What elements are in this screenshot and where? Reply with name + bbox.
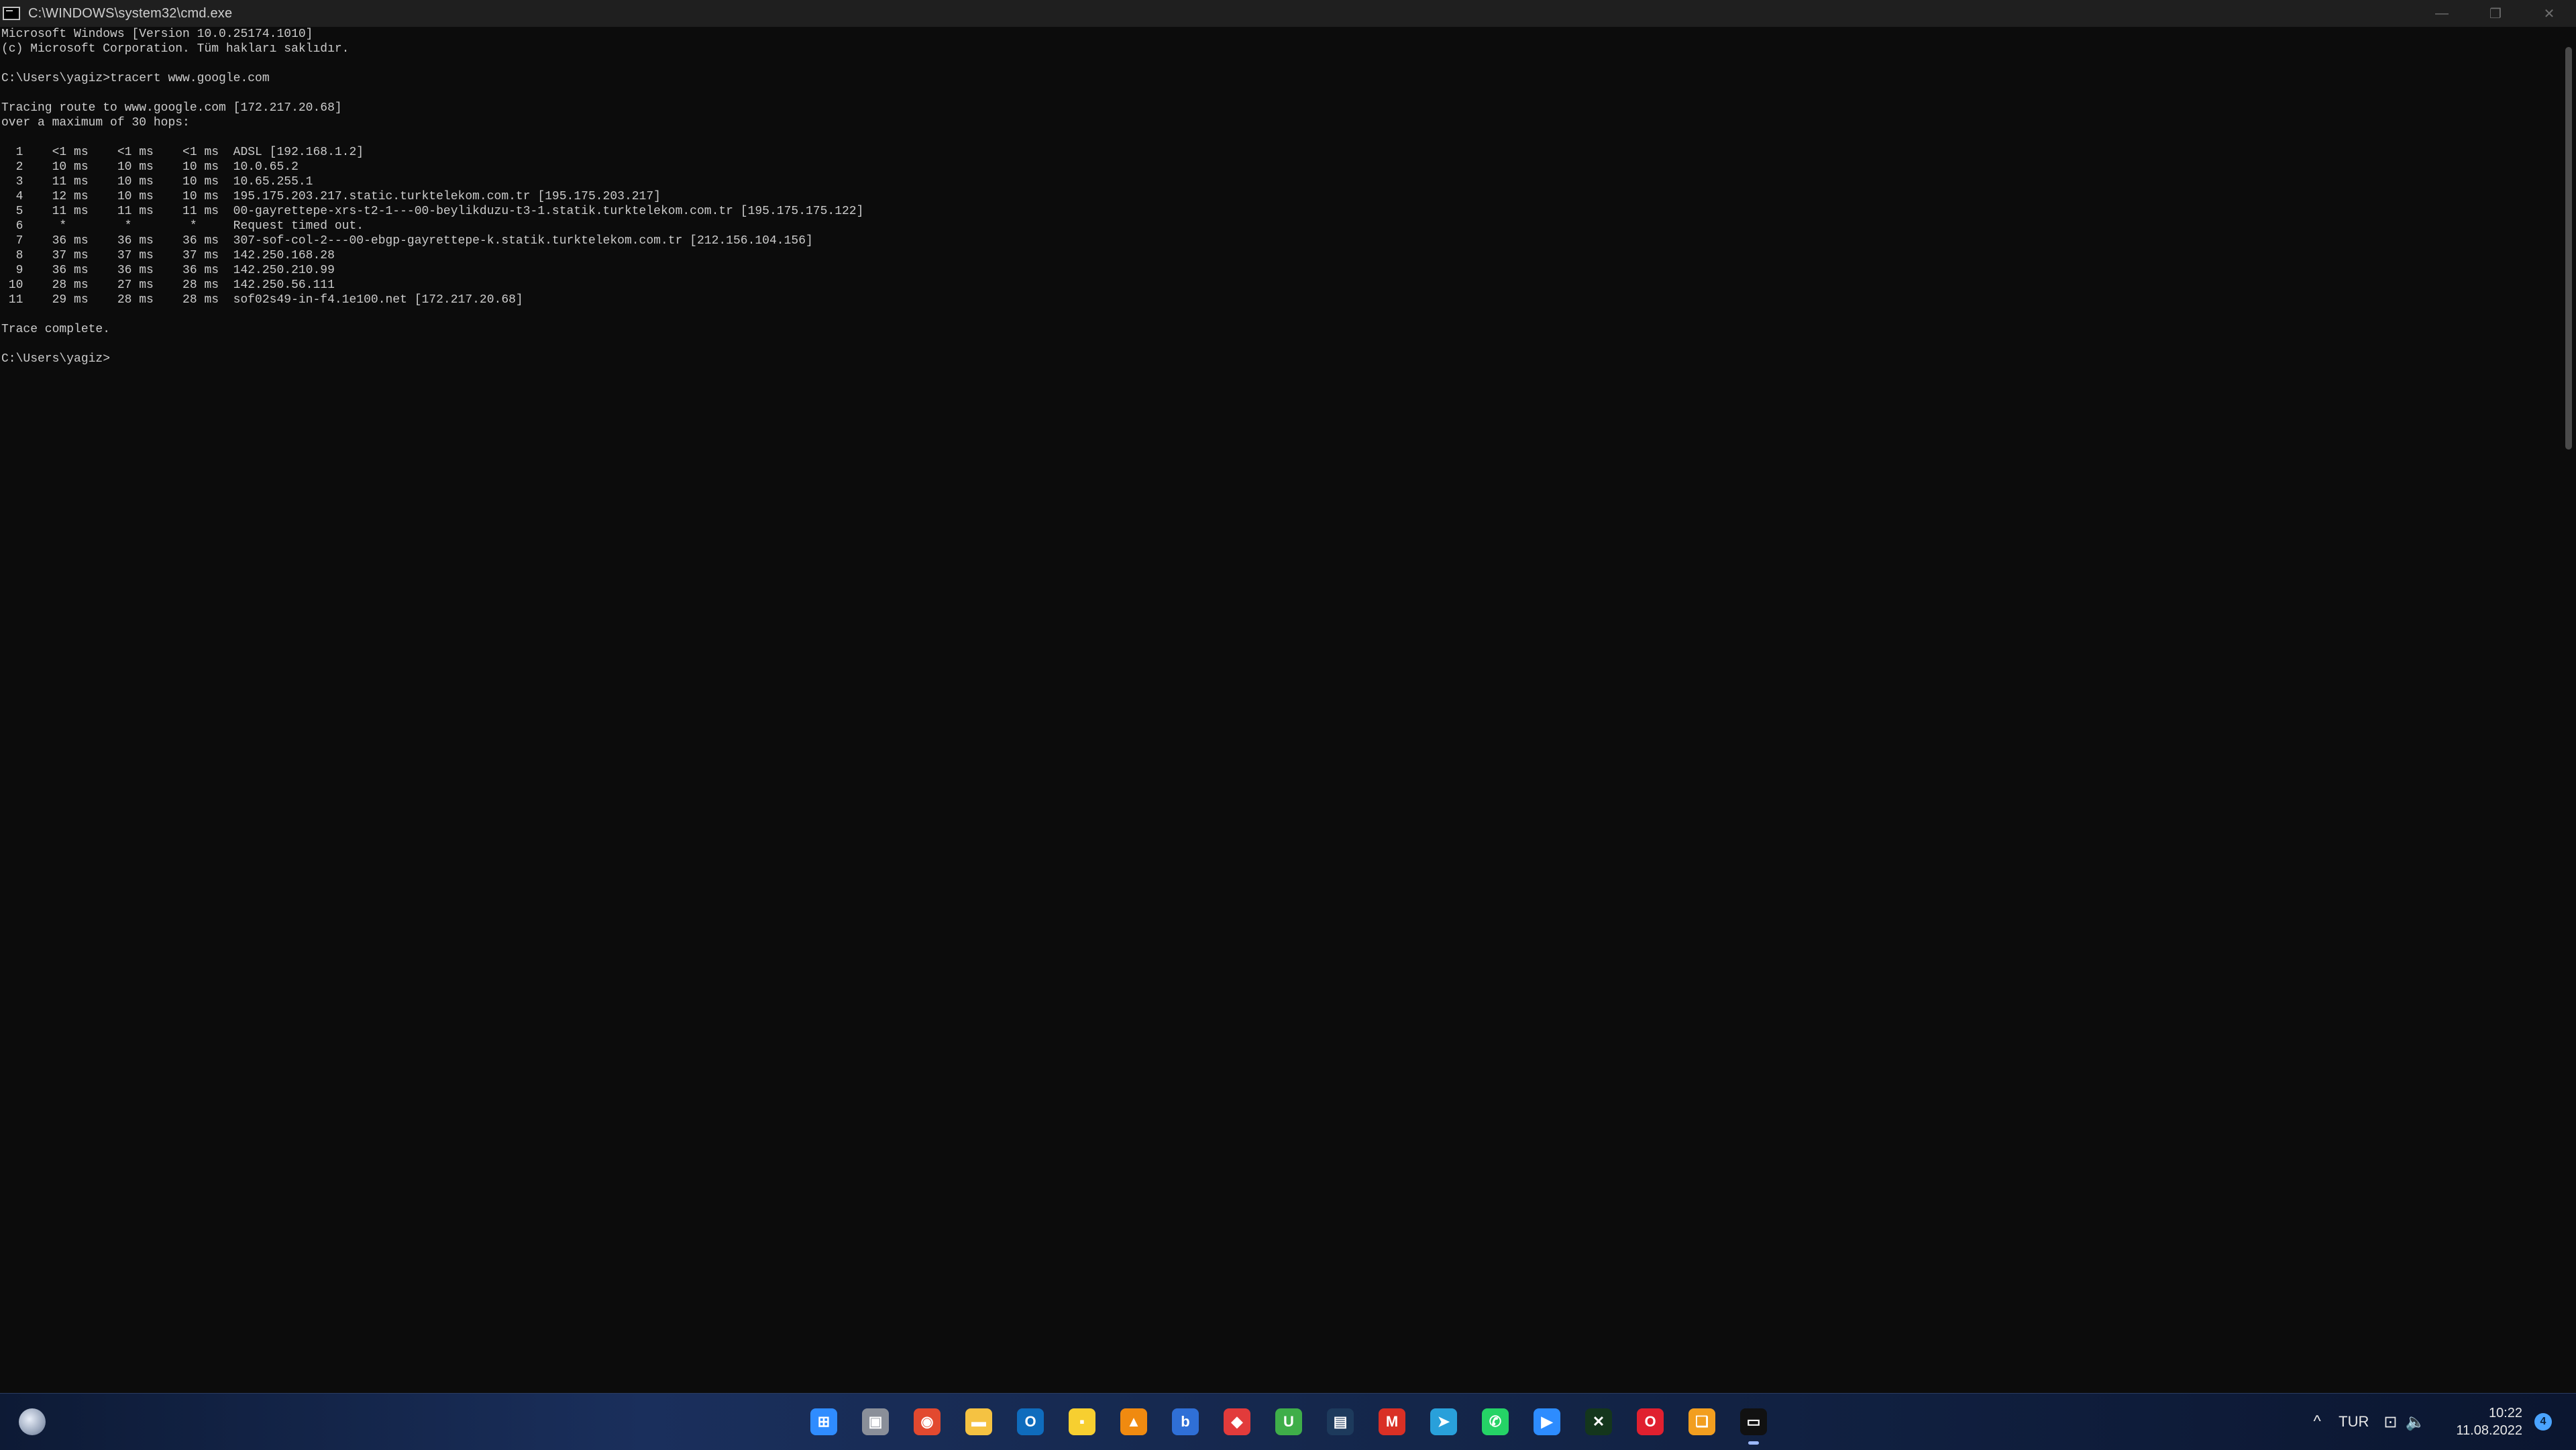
- console-line: 6 * * * Request timed out.: [1, 219, 364, 233]
- restore-button[interactable]: ❐: [2469, 0, 2522, 27]
- taskbar-apps: ⊞ ▣ ◉ ▬ O ▪ ▲ b ◆ U ▤ M ➤ ✆ ▶ ✕ O ❏ ▭: [802, 1403, 1775, 1445]
- console-line: 8 37 ms 37 ms 37 ms 142.250.168.28: [1, 249, 335, 262]
- utorrent-glyph: U: [1275, 1408, 1302, 1435]
- console-line: 4 12 ms 10 ms 10 ms 195.175.203.217.stat…: [1, 190, 661, 203]
- utorrent-icon[interactable]: U: [1267, 1403, 1310, 1441]
- console-line: 10 28 ms 27 ms 28 ms 142.250.56.111: [1, 278, 335, 292]
- volume-icon[interactable]: 🔈: [2405, 1412, 2425, 1432]
- outlook-icon[interactable]: O: [1009, 1403, 1052, 1441]
- window-controls: — ❐ ✕: [2415, 0, 2576, 27]
- taskbar: ⊞ ▣ ◉ ▬ O ▪ ▲ b ◆ U ▤ M ➤ ✆ ▶ ✕ O ❏ ▭ ^ TUR ⊡ 🔈 10:22 11.0…: [0, 1393, 2576, 1450]
- widgets-weather-icon[interactable]: [19, 1408, 46, 1435]
- gmail-glyph: M: [1379, 1408, 1405, 1435]
- xbox-app-icon[interactable]: ✕: [1577, 1403, 1620, 1441]
- system-tray: ^ TUR ⊡ 🔈 10:22 11.08.2022 4: [2304, 1394, 2576, 1450]
- chrome-icon[interactable]: ◉: [906, 1403, 949, 1441]
- zoom-glyph: ▶: [1534, 1408, 1560, 1435]
- console-scrollbar[interactable]: [2555, 27, 2576, 1393]
- xbox-app-glyph: ✕: [1585, 1408, 1612, 1435]
- console-line: over a maximum of 30 hops:: [1, 116, 190, 130]
- notification-badge[interactable]: 4: [2534, 1413, 2552, 1431]
- console-line: 3 11 ms 10 ms 10 ms 10.65.255.1: [1, 175, 313, 189]
- bitwarden-icon[interactable]: b: [1164, 1403, 1207, 1441]
- clock-time: 10:22: [2488, 1406, 2522, 1420]
- anydesk-icon[interactable]: ◆: [1216, 1403, 1258, 1441]
- window-title: C:\WINDOWS\system32\cmd.exe: [28, 5, 233, 21]
- task-view-icon[interactable]: ▣: [854, 1403, 897, 1441]
- console-line: 9 36 ms 36 ms 36 ms 142.250.210.99: [1, 264, 335, 277]
- whatsapp-glyph: ✆: [1482, 1408, 1509, 1435]
- gallery-icon[interactable]: ❏: [1680, 1403, 1723, 1441]
- stats-app-glyph: ▤: [1327, 1408, 1354, 1435]
- start-button-icon[interactable]: ⊞: [802, 1403, 845, 1441]
- telegram-glyph: ➤: [1430, 1408, 1457, 1435]
- opera-icon[interactable]: O: [1629, 1403, 1672, 1441]
- close-button[interactable]: ✕: [2522, 0, 2576, 27]
- console-line: 7 36 ms 36 ms 36 ms 307-sof-col-2---00-e…: [1, 234, 813, 248]
- gallery-glyph: ❏: [1688, 1408, 1715, 1435]
- console-line: Trace complete.: [1, 323, 111, 336]
- clock[interactable]: 10:22 11.08.2022: [2456, 1404, 2522, 1439]
- terminal-icon[interactable]: ▭: [1732, 1403, 1775, 1445]
- show-hidden-icons-icon[interactable]: ^: [2304, 1412, 2330, 1431]
- console-line: 11 29 ms 28 ms 28 ms sof02s49-in-f4.1e10…: [1, 293, 523, 307]
- console-line: C:\Users\yagiz>: [1, 352, 111, 366]
- task-view-glyph: ▣: [862, 1408, 889, 1435]
- clock-date: 11.08.2022: [2456, 1423, 2522, 1438]
- bitwarden-glyph: b: [1172, 1408, 1199, 1435]
- chrome-glyph: ◉: [914, 1408, 941, 1435]
- anydesk-glyph: ◆: [1224, 1408, 1250, 1435]
- telegram-icon[interactable]: ➤: [1422, 1403, 1465, 1441]
- window-title-bar[interactable]: C:\WINDOWS\system32\cmd.exe — ❐ ✕: [0, 0, 2576, 27]
- vlc-glyph: ▲: [1120, 1408, 1147, 1435]
- console-output[interactable]: Microsoft Windows [Version 10.0.25174.10…: [0, 27, 2555, 1393]
- console-line: 2 10 ms 10 ms 10 ms 10.0.65.2: [1, 160, 299, 174]
- file-explorer-icon[interactable]: ▬: [957, 1403, 1000, 1441]
- input-language[interactable]: TUR: [2339, 1413, 2369, 1431]
- scrollbar-thumb[interactable]: [2565, 47, 2572, 450]
- stats-app-icon[interactable]: ▤: [1319, 1403, 1362, 1441]
- file-explorer-glyph: ▬: [965, 1408, 992, 1435]
- start-button-glyph: ⊞: [810, 1408, 837, 1435]
- gmail-icon[interactable]: M: [1371, 1403, 1413, 1441]
- cmd-app-icon: [3, 7, 20, 20]
- console-line: 5 11 ms 11 ms 11 ms 00-gayrettepe-xrs-t2…: [1, 205, 864, 218]
- sticky-notes-glyph: ▪: [1069, 1408, 1095, 1435]
- vlc-icon[interactable]: ▲: [1112, 1403, 1155, 1441]
- opera-glyph: O: [1637, 1408, 1664, 1435]
- console-line: Tracing route to www.google.com [172.217…: [1, 101, 342, 115]
- terminal-glyph: ▭: [1740, 1408, 1767, 1435]
- sticky-notes-icon[interactable]: ▪: [1061, 1403, 1104, 1441]
- console-line: C:\Users\yagiz>tracert www.google.com: [1, 72, 270, 85]
- whatsapp-icon[interactable]: ✆: [1474, 1403, 1517, 1441]
- zoom-icon[interactable]: ▶: [1525, 1403, 1568, 1441]
- network-icon[interactable]: ⊡: [2383, 1412, 2397, 1432]
- console-line: Microsoft Windows [Version 10.0.25174.10…: [1, 28, 313, 41]
- minimize-button[interactable]: —: [2415, 0, 2469, 27]
- console-line: 1 <1 ms <1 ms <1 ms ADSL [192.168.1.2]: [1, 146, 364, 159]
- console-line: (c) Microsoft Corporation. Tüm hakları s…: [1, 42, 350, 56]
- outlook-glyph: O: [1017, 1408, 1044, 1435]
